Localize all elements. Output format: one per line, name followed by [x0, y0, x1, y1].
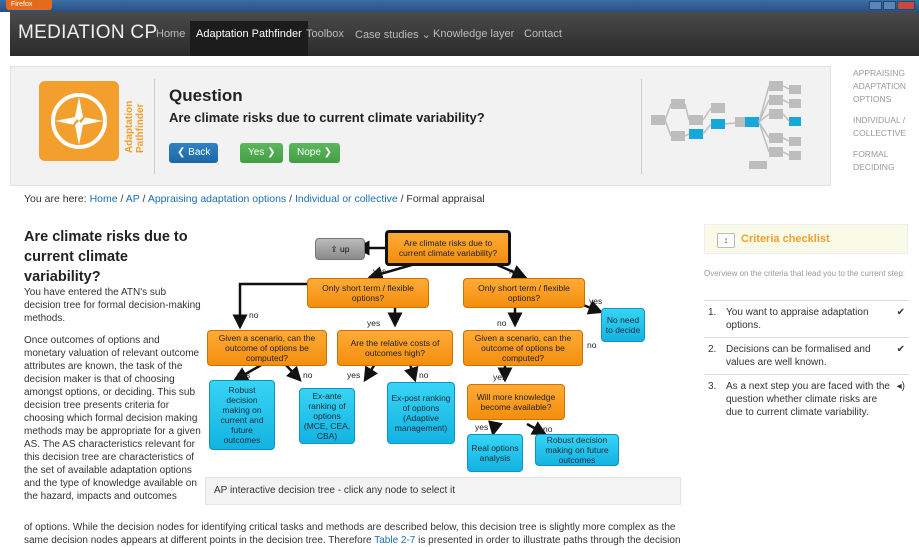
yes-button[interactable]: Yes ❯: [240, 143, 284, 163]
description-line-1: of options. While the decision nodes for…: [24, 522, 676, 533]
edge-label-no: no: [587, 340, 597, 350]
minimize-icon[interactable]: [869, 1, 882, 10]
decision-tree: ⇪ up Are climate risks due to current cl…: [205, 222, 685, 474]
criteria-list: 1. You want to appraise adaptation optio…: [704, 300, 909, 424]
maximize-icon[interactable]: [883, 1, 896, 10]
criteria-checklist-description: Overview on the criteria that lead you t…: [704, 269, 905, 278]
node-robust-current[interactable]: Robust decision making on current and fu…: [209, 380, 275, 450]
node-relative-costs[interactable]: Are the relative costs of outcomes high?: [337, 330, 453, 366]
question-header: Adaptation Pathfinder Question Are clima…: [10, 66, 831, 186]
nav-adaptation-pathfinder[interactable]: Adaptation Pathfinder: [190, 21, 308, 56]
breadcrumb-home[interactable]: Home: [90, 193, 118, 205]
item-number: 3.: [708, 381, 717, 392]
vertical-title: Adaptation Pathfinder: [122, 83, 148, 153]
list-item: 3. As a next step you are faced with the…: [704, 374, 909, 424]
table-2-7-link[interactable]: Table 2-7: [374, 535, 415, 546]
breadcrumb-individual[interactable]: Individual or collective: [295, 193, 398, 205]
step-formal-deciding[interactable]: FORMAL DECIDING: [853, 148, 917, 174]
node-ex-post[interactable]: Ex-post ranking of options (Adaptive man…: [387, 382, 455, 444]
description-paragraph: Once outcomes of options and monetary va…: [24, 335, 201, 502]
question-text: Are climate risks due to current climate…: [169, 110, 485, 125]
node-climate-variability[interactable]: Are climate risks due to current climate…: [385, 230, 511, 266]
nope-button[interactable]: Nope ❯: [289, 143, 341, 163]
tree-thumbnail-icon[interactable]: [649, 77, 829, 177]
item-text: You want to appraise adaptation options.: [726, 307, 869, 331]
node-real-options[interactable]: Real options analysis: [467, 434, 523, 472]
divider: [154, 79, 155, 174]
edge-label-yes: yes: [475, 422, 489, 432]
back-button[interactable]: ❮ Back: [169, 143, 219, 163]
edge-label-yes: yes: [589, 296, 603, 306]
node-no-need-to-decide[interactable]: No need to decide: [601, 308, 645, 342]
node-scenario-left[interactable]: Given a scenario, can the outcome of opt…: [207, 330, 327, 366]
page-title: Are climate risks due to current climate…: [24, 229, 188, 285]
close-icon[interactable]: [897, 1, 915, 10]
description-continued: of options. While the decision nodes for…: [24, 521, 704, 547]
nav-home[interactable]: Home: [156, 28, 185, 40]
step-menu: APPRAISING ADAPTATION OPTIONS INDIVIDUAL…: [853, 67, 917, 182]
brand-logo[interactable]: MEDIATION CP: [18, 22, 157, 44]
edge-label-yes: yes: [237, 370, 251, 380]
node-scenario-right[interactable]: Given a scenario, can the outcome of opt…: [463, 330, 583, 366]
item-text: Decisions can be formalised and values a…: [726, 344, 871, 368]
item-number: 1.: [708, 307, 717, 318]
question-title: Question: [169, 86, 243, 105]
node-ex-ante[interactable]: Ex-ante ranking of options (MCE, CEA, CB…: [299, 388, 355, 444]
node-more-knowledge[interactable]: Will more knowledge become available?: [467, 384, 565, 420]
breadcrumb: You are here: Home / AP / Appraising ada…: [24, 193, 485, 205]
breadcrumb-prefix: You are here:: [24, 193, 90, 205]
edge-label-no: no: [543, 424, 553, 434]
expand-collapse-icon[interactable]: ↕: [717, 233, 735, 248]
vertical-title-line-2: Pathfinder: [135, 103, 146, 153]
edge-label-no: no: [419, 370, 429, 380]
breadcrumb-appraising[interactable]: Appraising adaptation options: [148, 193, 286, 205]
speaker-icon: ◂): [896, 381, 905, 392]
nav-contact[interactable]: Contact: [524, 28, 562, 40]
description-line-2: same decision nodes appears at different…: [24, 535, 375, 546]
pathfinder-logo: [39, 81, 119, 161]
node-short-term-left[interactable]: Only short term / flexible options?: [307, 278, 429, 308]
node-robust-future[interactable]: Robust decision making on future outcome…: [535, 434, 619, 466]
breadcrumb-ap[interactable]: AP: [126, 193, 140, 205]
edge-label-yes: yes: [493, 372, 507, 382]
divider: [641, 79, 642, 174]
navbar: MEDIATION CP Home Adaptation Pathfinder …: [10, 12, 919, 56]
step-individual-collective[interactable]: INDIVIDUAL / COLLECTIVE: [853, 114, 917, 140]
edge-label-no: no: [303, 370, 313, 380]
node-short-term-right[interactable]: Only short term / flexible options?: [463, 278, 585, 308]
edge-label-no: no: [509, 266, 519, 276]
checkmark-icon: ✔: [896, 344, 905, 355]
item-number: 2.: [708, 344, 717, 355]
description-line-2-end: is presented in order to illustrate path…: [415, 535, 681, 546]
edge-label-yes: yes: [367, 318, 381, 328]
firefox-menu-button[interactable]: Firefox: [6, 0, 52, 10]
edge-label-yes: yes: [347, 370, 361, 380]
tree-up-button[interactable]: ⇪ up: [315, 238, 365, 260]
list-item: 2. Decisions can be formalised and value…: [704, 337, 909, 374]
compass-icon: [51, 93, 107, 149]
breadcrumb-current: Formal appraisal: [406, 193, 485, 205]
checkmark-icon: ✔: [896, 307, 905, 318]
item-text: As a next step you are faced with the qu…: [726, 381, 890, 418]
intro-paragraph: You have entered the ATN's sub decision …: [24, 287, 201, 324]
nav-case-studies[interactable]: Case studies ⌄: [355, 28, 431, 41]
edge-label-yes: yes: [373, 266, 387, 276]
nav-knowledge-layer[interactable]: Knowledge layer: [433, 28, 514, 40]
step-appraising-adaptation-options[interactable]: APPRAISING ADAPTATION OPTIONS: [853, 67, 917, 106]
window-controls: [869, 1, 915, 10]
criteria-checklist-title: Criteria checklist: [741, 233, 830, 245]
browser-chrome: Firefox: [0, 0, 919, 12]
vertical-title-line-1: Adaptation: [124, 100, 135, 153]
criteria-checklist-header[interactable]: ↕ Criteria checklist: [704, 224, 908, 254]
nav-toolbox[interactable]: Toolbox: [306, 28, 344, 40]
edge-label-no: no: [249, 310, 259, 320]
list-item: 1. You want to appraise adaptation optio…: [704, 300, 909, 337]
tree-caption: AP interactive decision tree - click any…: [205, 477, 681, 505]
edge-label-no: no: [497, 318, 507, 328]
